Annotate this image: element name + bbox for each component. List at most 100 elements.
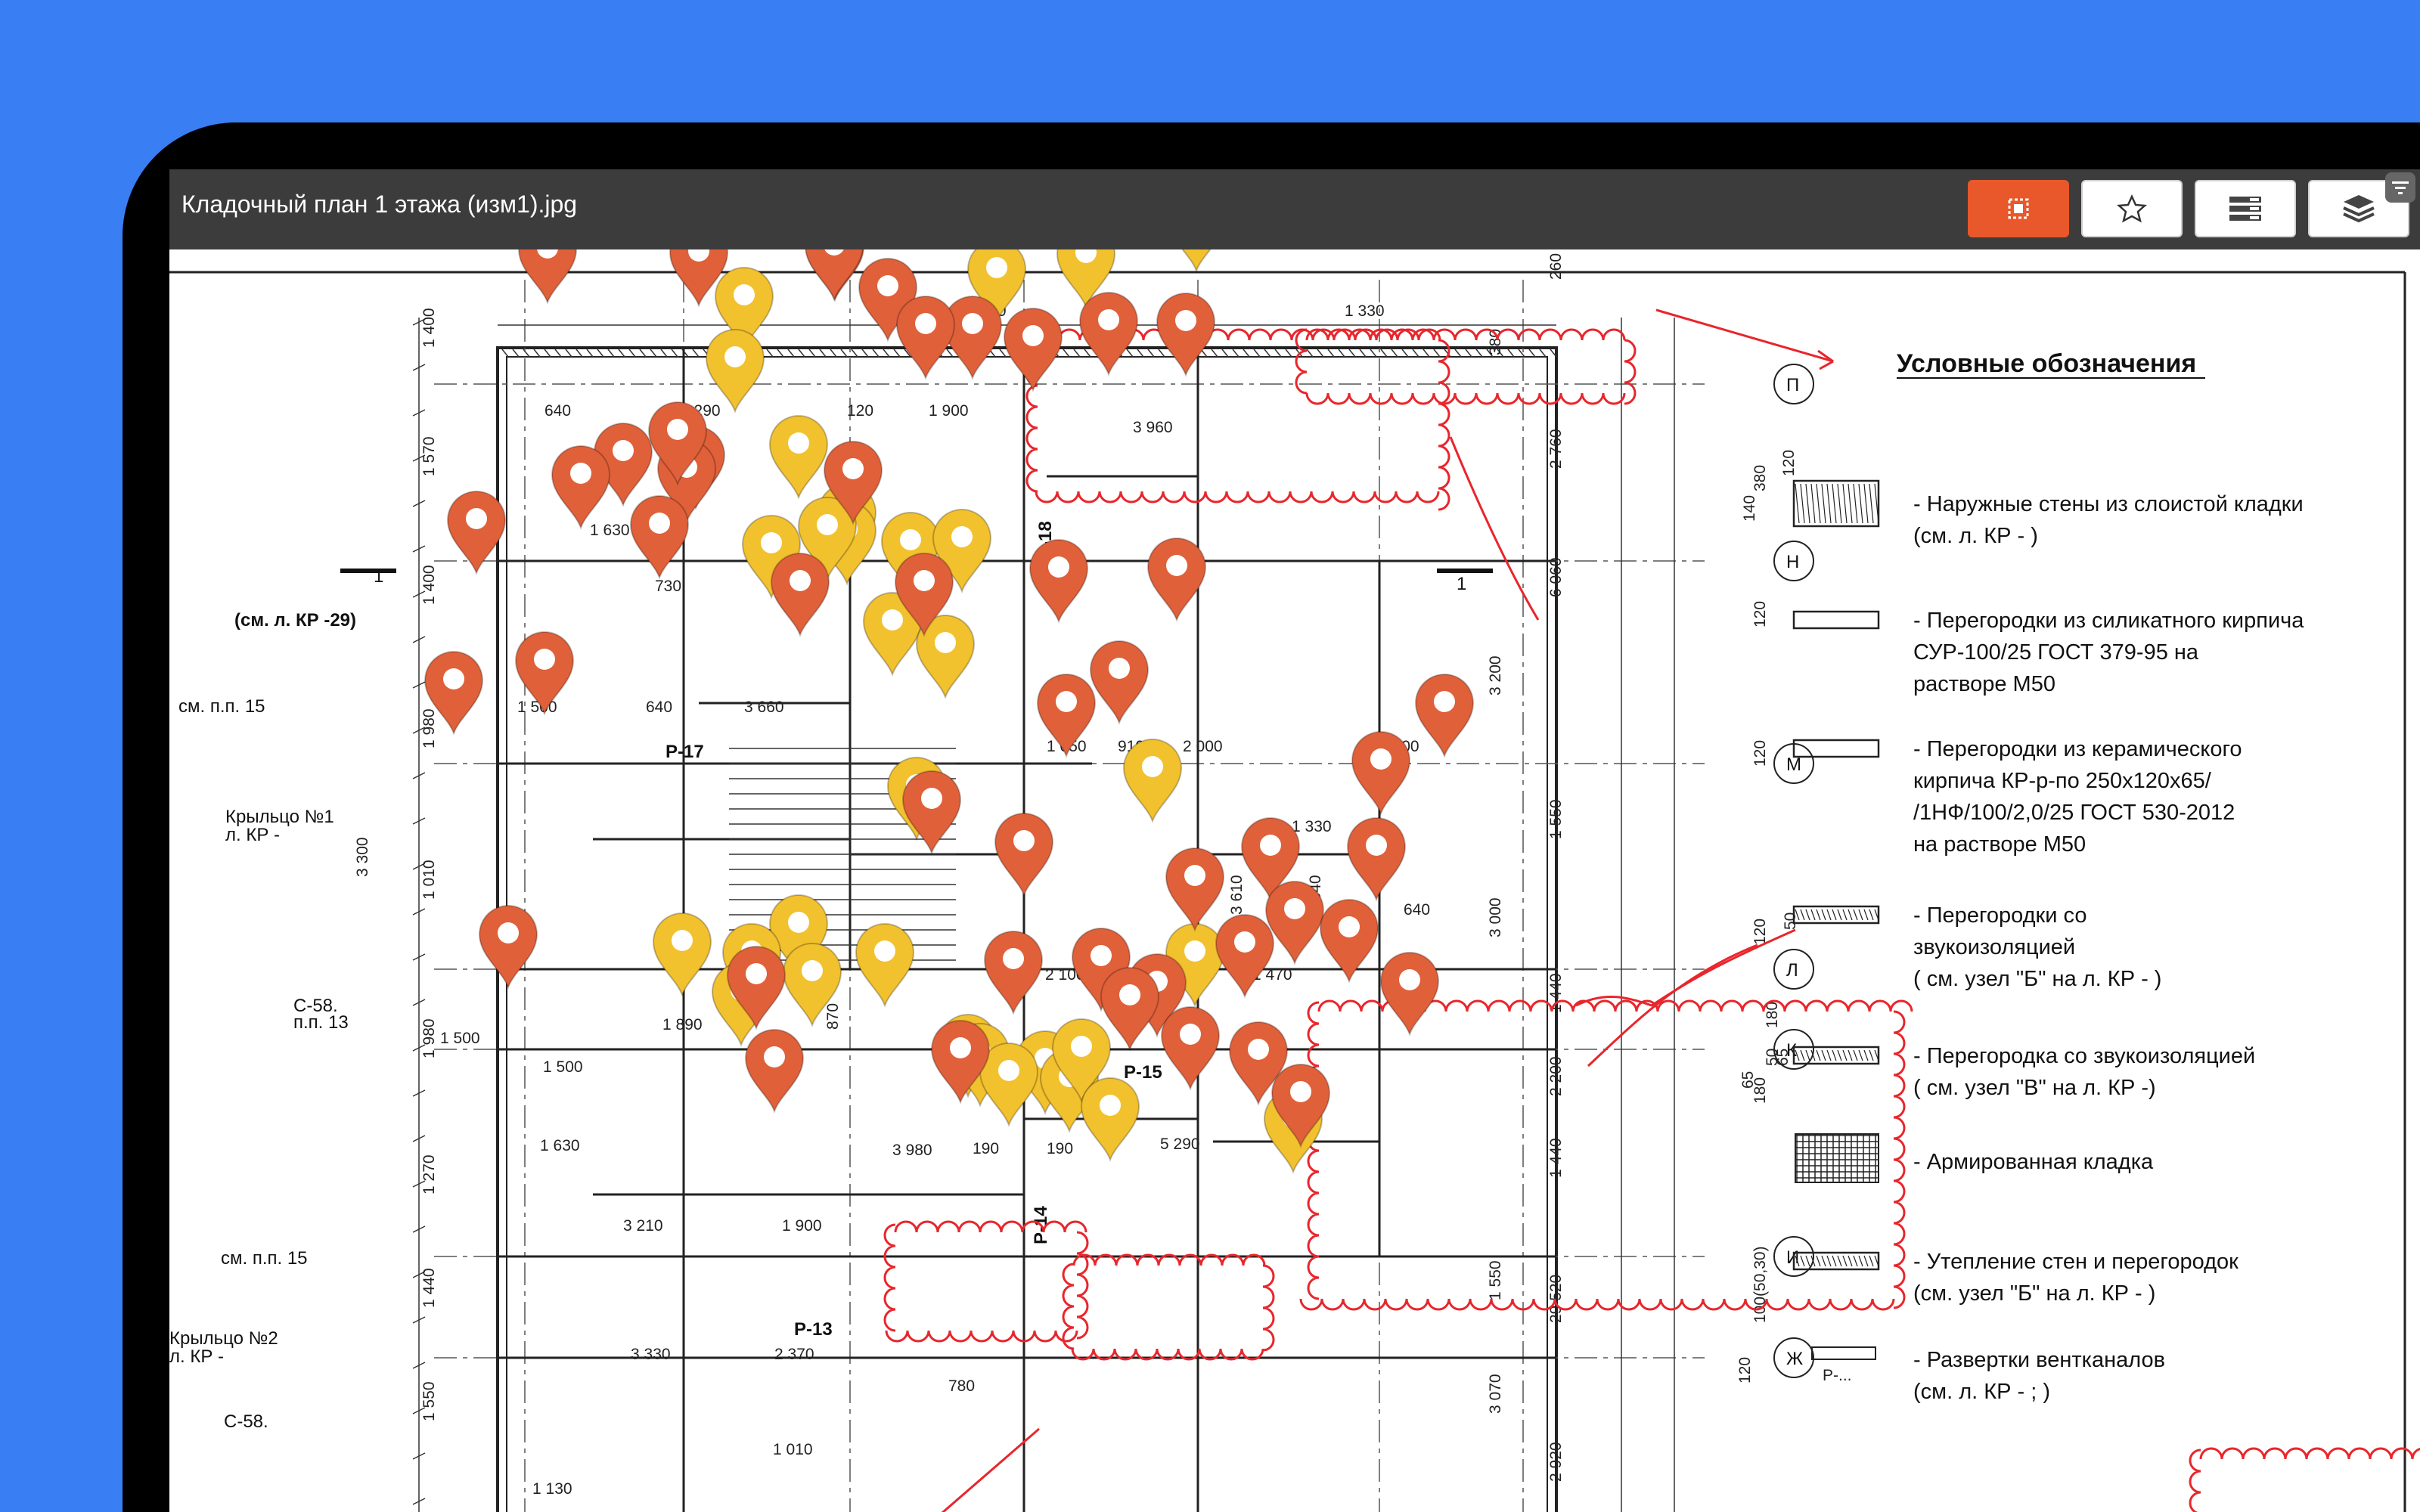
legend-dim: 50 <box>1782 912 1799 930</box>
dim-value: 1 330 <box>1292 818 1332 835</box>
dim-right: 6 060 <box>1547 557 1565 597</box>
dim-left: 1 980 <box>420 1018 438 1058</box>
marker-dot <box>498 922 519 943</box>
axis-label: Л <box>1786 960 1798 981</box>
legend-item-text: - Перегородки со <box>1913 903 2086 928</box>
marker-dot <box>534 649 555 670</box>
marker-dot <box>874 940 895 962</box>
list-view-button[interactable] <box>2195 180 2296 237</box>
legend-item-text: - Перегородки из керамического <box>1913 737 2242 761</box>
dim-left: 1 550 <box>420 1381 438 1421</box>
marker-dot <box>1098 309 1119 330</box>
dim-right: 260 <box>1547 253 1565 280</box>
dim-left: 1 270 <box>420 1154 438 1194</box>
legend-item-text: на растворе М50 <box>1913 832 2086 857</box>
legend-item-text: растворе М50 <box>1913 672 2055 696</box>
floor-plan[interactable]: ПНМЛКИЖ(см. л. КР -29)11Р-17Р-16Р-15Р-14… <box>169 169 2420 1512</box>
dim-value: 730 <box>655 578 681 595</box>
marker-dot <box>935 632 956 653</box>
marker-dot <box>1290 1081 1311 1102</box>
legend-item-text: ( см. узел "В" на л. КР -) <box>1913 1076 2156 1100</box>
dim-value: 1 130 <box>532 1480 572 1498</box>
dim-value: 1 010 <box>773 1441 813 1458</box>
dim-value: 1 890 <box>662 1016 703 1033</box>
marker-dot <box>724 346 746 367</box>
dim-value: 780 <box>948 1377 975 1395</box>
marker-dot <box>466 508 487 529</box>
marker-dot <box>1180 1024 1201 1045</box>
legend-item-text: (см. л. КР - ) <box>1913 524 2038 548</box>
viewer-titlebar: Кладочный план 1 этажа (изм1).jpg <box>169 169 2420 249</box>
legend-item-text: - Развертки вентканалов <box>1913 1348 2165 1372</box>
legend-dim: 120 <box>1736 1357 1754 1383</box>
marker-dot <box>1022 325 1044 346</box>
marker-dot <box>570 463 591 484</box>
marker-dot <box>1013 830 1035 851</box>
file-title: Кладочный план 1 этажа (изм1).jpg <box>182 191 578 218</box>
legend-item-text: (см. узел "Б" на л. КР - ) <box>1913 1281 2155 1306</box>
legend-item-text: - Наружные стены из слоистой кладки <box>1913 492 2304 516</box>
dim-right: 3 200 <box>1487 655 1504 696</box>
room-label: Р-13 <box>794 1319 833 1340</box>
legend-dim: 65 <box>1739 1071 1757 1089</box>
drawing-canvas[interactable]: ПНМЛКИЖ(см. л. КР -29)11Р-17Р-16Р-15Р-14… <box>169 169 2420 1512</box>
legend-dim: 120 <box>1751 601 1769 627</box>
legend-item-text: - Утепление стен и перегородок <box>1913 1250 2238 1274</box>
marker-dot <box>1284 898 1305 919</box>
marker-dot <box>746 963 767 984</box>
dim-value: 3 610 <box>1228 875 1246 915</box>
marker-dot <box>788 912 809 933</box>
axis-label: Ж <box>1786 1349 1803 1369</box>
dim-left: 1 440 <box>420 1268 438 1308</box>
marker-dot <box>1142 756 1163 777</box>
marker-dot <box>962 313 983 334</box>
marker-dot <box>790 570 811 591</box>
dim-value: 3 330 <box>631 1346 671 1363</box>
room-label: Р-15 <box>1124 1062 1162 1083</box>
dim-value: 3 980 <box>892 1142 932 1159</box>
dim-value: 1 630 <box>590 522 630 539</box>
crop-button[interactable] <box>1968 180 2069 237</box>
dim-right: 2 920 <box>1547 1442 1565 1482</box>
legend-item-text: - Перегородка со звукоизоляцией <box>1913 1044 2255 1068</box>
marker-dot <box>915 313 936 334</box>
callout-text: см. п.п. 15 <box>178 696 265 717</box>
marker-dot <box>802 960 823 981</box>
legend-dim: 100(50,30) <box>1751 1246 1769 1323</box>
marker-dot <box>613 440 634 461</box>
marker-dot <box>1184 940 1205 962</box>
marker-dot <box>951 526 973 547</box>
dim-value: 640 <box>646 699 672 716</box>
dim-right: 3 000 <box>1487 897 1504 937</box>
marker-dot <box>788 432 809 454</box>
dim-value: 1 900 <box>929 402 969 420</box>
marker-dot <box>1071 1036 1092 1057</box>
dim-value: 5 290 <box>1160 1136 1200 1153</box>
crop-icon <box>2008 198 2029 219</box>
legend-item-text: (см. л. КР - ; ) <box>1913 1380 2050 1404</box>
favorite-button[interactable] <box>2081 180 2183 237</box>
marker-dot <box>649 513 670 534</box>
marker-dot <box>1366 835 1387 856</box>
marker-dot <box>842 458 864 479</box>
filter-badge[interactable] <box>2385 172 2415 203</box>
callout-text: см. п.п. 15 <box>221 1248 308 1269</box>
marker-dot <box>1184 865 1205 886</box>
section-number: 1 <box>1457 574 1466 594</box>
room-label: Р-17 <box>666 742 704 762</box>
dim-value: 3 960 <box>1133 419 1173 436</box>
dim-right: 1 440 <box>1547 1138 1565 1178</box>
marker-dot <box>672 930 693 951</box>
callout-text: Крыльцо №1 <box>225 807 334 827</box>
list-icon <box>2229 197 2261 221</box>
marker-dot <box>1370 748 1392 770</box>
dim-value: 120 <box>847 402 873 420</box>
dim-value: 1 500 <box>440 1030 480 1047</box>
legend-dim: 380 <box>1751 465 1769 491</box>
callout-text: п.п. 13 <box>293 1012 349 1033</box>
marker-dot <box>1100 1095 1121 1116</box>
legend-dim: 140 <box>1741 495 1758 522</box>
marker-dot <box>734 284 755 305</box>
legend-vent-label: Р-... <box>1823 1367 1852 1384</box>
dim-left: 1 400 <box>420 308 438 348</box>
